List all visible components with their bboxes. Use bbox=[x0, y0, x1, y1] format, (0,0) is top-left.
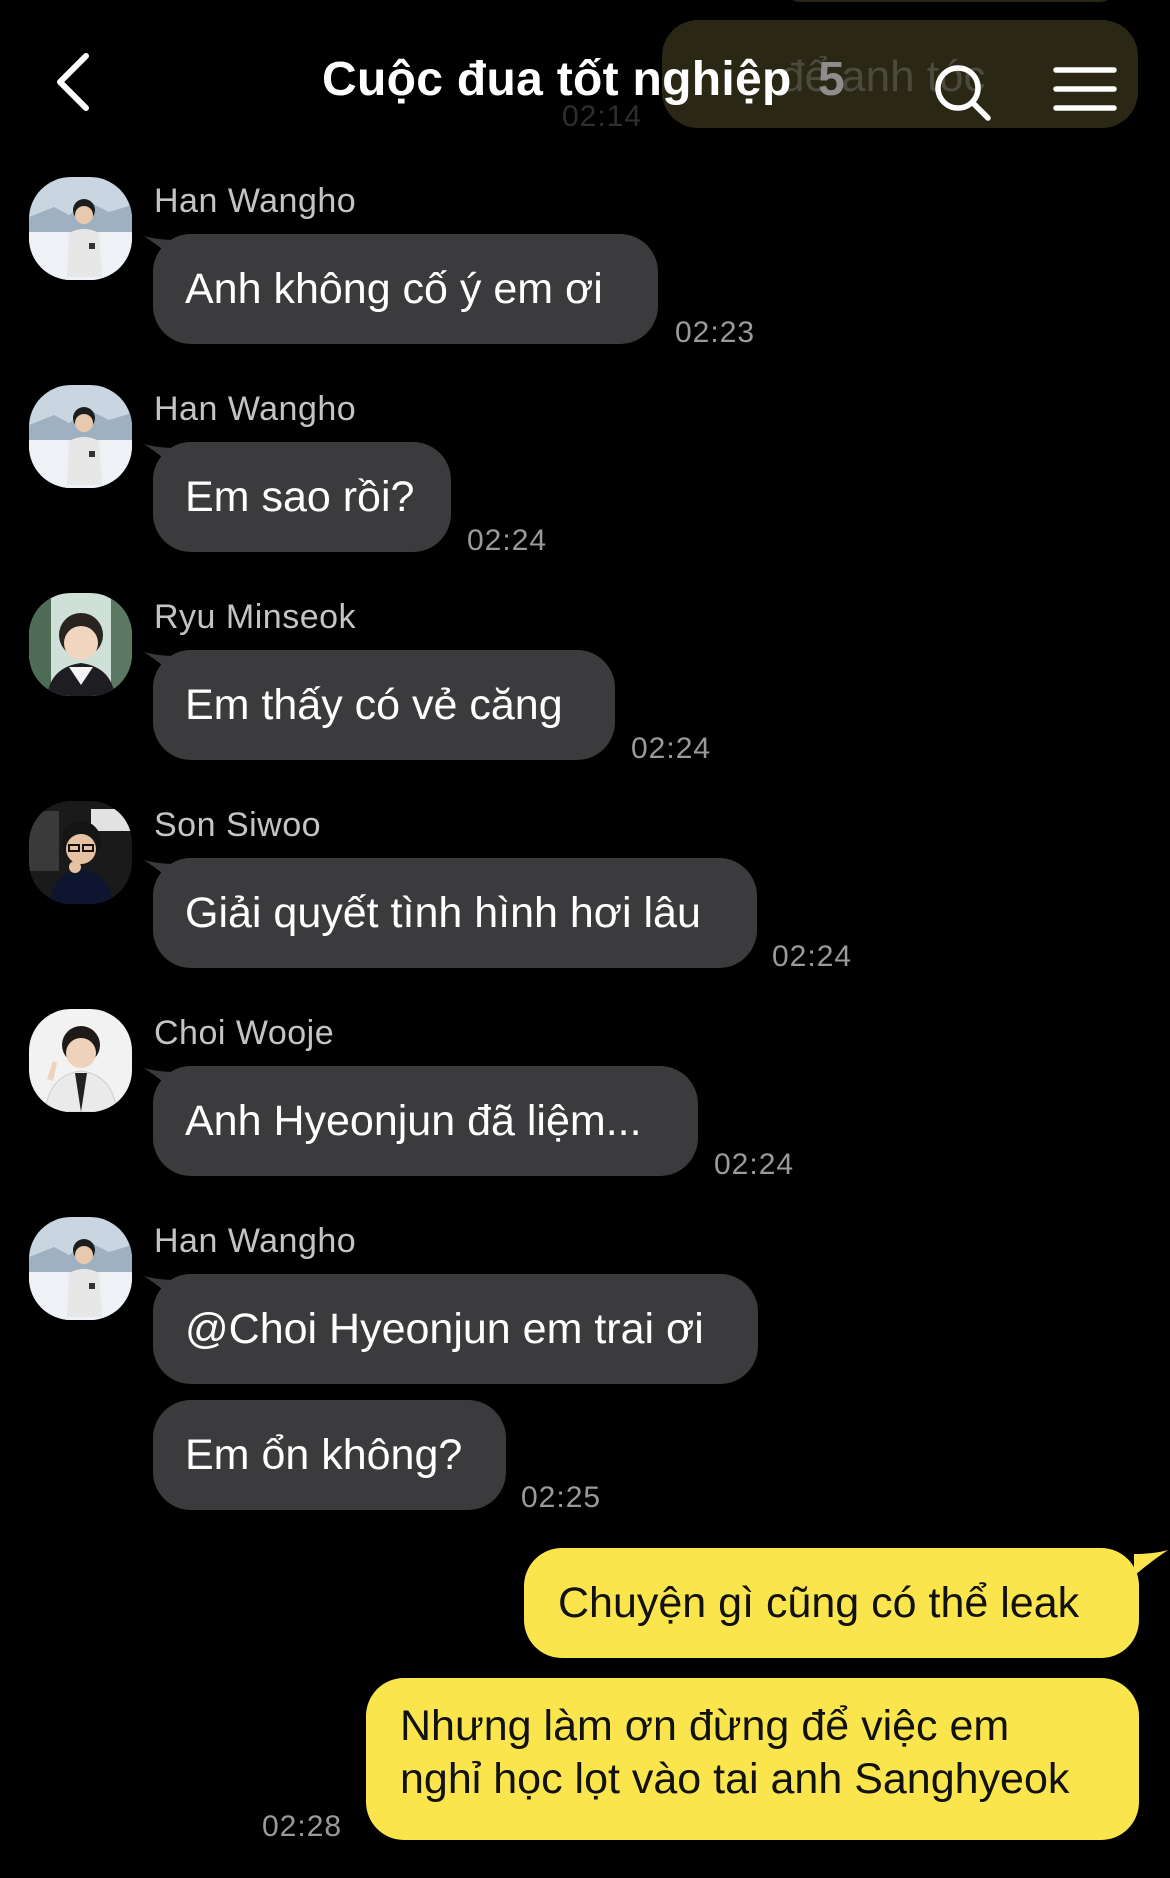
avatar-choi-wooje[interactable] bbox=[29, 1009, 132, 1112]
sender-name: Son Siwoo bbox=[154, 806, 322, 844]
hamburger-menu-icon bbox=[1053, 67, 1117, 111]
message-bubble[interactable]: Em thấy có vẻ căng bbox=[153, 650, 615, 760]
avatar-ryu-minseok[interactable] bbox=[29, 593, 132, 696]
chat-title: Cuộc đua tốt nghiệp bbox=[322, 53, 792, 106]
message-time: 02:28 bbox=[262, 1810, 343, 1843]
message-time: 02:24 bbox=[772, 940, 853, 973]
sender-name: Han Wangho bbox=[154, 390, 357, 428]
outgoing-message-line: Nhưng làm ơn đừng để việc em bbox=[400, 1702, 1010, 1750]
outgoing-message-line: nghỉ học lọt vào tai anh Sanghyeok bbox=[400, 1755, 1070, 1803]
back-button[interactable] bbox=[50, 48, 100, 118]
message-bubble[interactable]: Em ổn không? bbox=[153, 1400, 506, 1510]
chevron-left-icon bbox=[57, 53, 89, 111]
message-time: 02:24 bbox=[631, 732, 712, 765]
message-bubble[interactable]: Em sao rồi? bbox=[153, 442, 451, 552]
message-time: 02:24 bbox=[467, 524, 548, 557]
chat-header: để anh tóc 02:14 Cuộc đua tốt nghiệp 5 bbox=[0, 0, 1170, 165]
message-bubble[interactable]: Anh không cố ý em ơi bbox=[153, 234, 658, 344]
message-bubble[interactable]: @Choi Hyeonjun em trai ơi bbox=[153, 1274, 758, 1384]
avatar-han-wangho[interactable] bbox=[29, 177, 132, 280]
avatar-han-wangho[interactable] bbox=[29, 385, 132, 488]
avatar-han-wangho[interactable] bbox=[29, 1217, 132, 1320]
menu-button[interactable] bbox=[1052, 64, 1118, 114]
bubble-tail bbox=[1134, 1550, 1168, 1576]
message-bubble[interactable]: Giải quyết tình hình hơi lâu bbox=[153, 858, 757, 968]
sender-name: Han Wangho bbox=[154, 1222, 357, 1260]
sender-name: Ryu Minseok bbox=[154, 598, 357, 636]
avatar-son-siwoo[interactable] bbox=[29, 801, 132, 904]
search-button[interactable] bbox=[930, 60, 996, 126]
scrolled-message-bubble-top bbox=[780, 0, 1120, 2]
outgoing-message-bubble[interactable]: Chuyện gì cũng có thể leak bbox=[524, 1548, 1139, 1658]
message-bubble[interactable]: Anh Hyeonjun đã liệm... bbox=[153, 1066, 698, 1176]
message-time: 02:24 bbox=[714, 1148, 795, 1181]
outgoing-message-bubble-multiline[interactable]: Nhưng làm ơn đừng để việc em nghỉ học lọ… bbox=[366, 1678, 1139, 1840]
sender-name: Choi Wooje bbox=[154, 1014, 335, 1052]
search-icon bbox=[935, 65, 991, 121]
member-count: 5 bbox=[818, 53, 845, 106]
sender-name: Han Wangho bbox=[154, 182, 357, 220]
message-time: 02:25 bbox=[521, 1481, 602, 1514]
message-time: 02:23 bbox=[675, 316, 756, 349]
